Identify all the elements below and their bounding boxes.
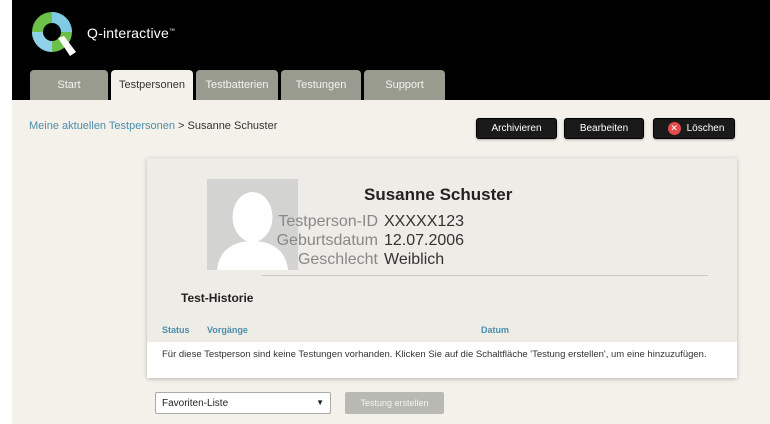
breadcrumb: Meine aktuellen Testpersonen > Susanne S…: [29, 120, 277, 132]
delete-button-label: Löschen: [686, 123, 725, 134]
tab-testpersonen[interactable]: Testpersonen: [111, 70, 193, 100]
archive-button[interactable]: Archivieren: [476, 118, 557, 139]
delete-button[interactable]: ✕ Löschen: [653, 118, 735, 139]
info-value: XXXXX123: [384, 213, 465, 230]
select-value: Favoriten-Liste: [162, 397, 229, 409]
q-interactive-logo-icon: [32, 12, 76, 56]
info-label: Geschlecht: [297, 251, 378, 268]
info-value: Weiblich: [384, 251, 445, 268]
info-row-birthdate: Geburtsdatum 12.07.2006: [244, 232, 464, 250]
create-testing-button[interactable]: Testung erstellen: [345, 392, 444, 414]
info-row-gender: Geschlecht Weiblich: [244, 251, 444, 269]
breadcrumb-parent-link[interactable]: Meine aktuellen Testpersonen: [29, 120, 175, 132]
breadcrumb-current: Susanne Schuster: [187, 120, 278, 132]
edit-button[interactable]: Bearbeiten: [564, 118, 644, 139]
delete-x-icon: ✕: [667, 122, 681, 135]
info-row-id: Testperson-ID XXXXX123: [244, 213, 464, 231]
divider: [262, 275, 708, 276]
person-name: Susanne Schuster: [364, 185, 513, 204]
tab-start[interactable]: Start: [30, 70, 108, 100]
app-window: Q-interactive™ Start Testpersonen Testba…: [0, 0, 770, 424]
info-label: Geburtsdatum: [276, 232, 378, 249]
header: Q-interactive™ Start Testpersonen Testba…: [12, 0, 770, 100]
history-title: Test-Historie: [181, 291, 254, 305]
tab-support[interactable]: Support: [364, 70, 445, 100]
favorites-list-select[interactable]: Favoriten-Liste ▼: [155, 392, 331, 414]
empty-history-message: Für diese Testperson sind keine Testunge…: [147, 342, 737, 378]
breadcrumb-separator: >: [174, 120, 188, 132]
column-header-status[interactable]: Status: [162, 325, 190, 335]
main-tabs: Start Testpersonen Testbatterien Testung…: [30, 70, 445, 100]
brand-name: Q-interactive™: [87, 25, 176, 41]
info-label: Testperson-ID: [278, 213, 378, 230]
column-header-datum[interactable]: Datum: [481, 325, 509, 335]
dropdown-arrow-icon: ▼: [316, 398, 324, 407]
person-card: Susanne Schuster Testperson-ID XXXXX123 …: [147, 158, 737, 378]
column-header-vorgaenge[interactable]: Vorgänge: [207, 325, 248, 335]
tab-testungen[interactable]: Testungen: [281, 70, 361, 100]
info-value: 12.07.2006: [384, 232, 465, 249]
main-content: Meine aktuellen Testpersonen > Susanne S…: [12, 100, 770, 424]
tab-testbatterien[interactable]: Testbatterien: [196, 70, 278, 100]
